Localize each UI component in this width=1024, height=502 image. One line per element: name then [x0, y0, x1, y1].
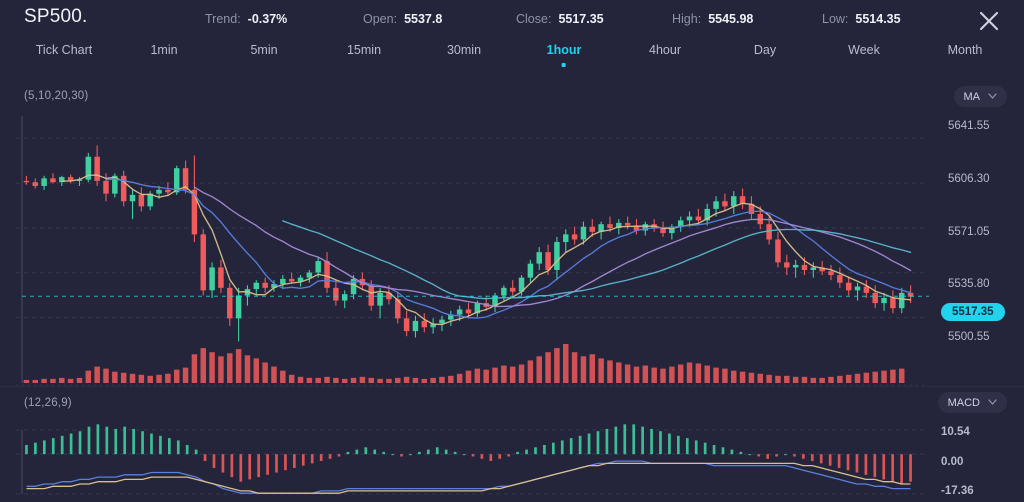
price-chart-pane[interactable] — [0, 108, 930, 390]
timeframe-tab-bar: Tick Chart 1min 5min 15min 30min 1hour 4hour Da… — [0, 43, 1024, 77]
macd-axis-label: 0.00 — [941, 456, 964, 468]
macd-axis-label: -17.36 — [941, 485, 974, 497]
timeframe-tab-label: 4hour — [649, 43, 681, 57]
stat-close-value: 5517.35 — [558, 12, 604, 26]
timeframe-tab-30min[interactable]: 30min — [447, 43, 481, 57]
ma-selector-label: MA — [963, 90, 981, 103]
stat-low: Low: 5514.35 — [822, 12, 901, 26]
stat-open-value: 5537.8 — [404, 12, 443, 26]
symbol-title: SP500. — [24, 6, 88, 27]
stat-trend: Trend: -0.37% — [205, 12, 287, 26]
macd-params-caption: (12,26,9) — [24, 397, 72, 409]
active-tab-indicator-dot — [561, 63, 566, 67]
stat-trend-value: -0.37% — [247, 12, 288, 26]
macd-axis-label: 10.54 — [941, 426, 970, 438]
stat-trend-label: Trend: — [205, 12, 241, 26]
timeframe-tab-4hour[interactable]: 4hour — [649, 43, 681, 57]
macd-chart-svg — [16, 424, 927, 495]
stat-close: Close: 5517.35 — [516, 12, 604, 26]
timeframe-tab-week[interactable]: Week — [848, 43, 880, 57]
current-price-badge: 5517.35 — [941, 303, 1005, 321]
timeframe-tab-day[interactable]: Day — [754, 43, 776, 57]
macd-selector-label: MACD — [947, 396, 980, 409]
stat-high-label: High: — [672, 12, 702, 26]
timeframe-tab-label: 1hour — [546, 43, 582, 57]
timeframe-tab-label: Tick Chart — [35, 43, 93, 57]
timeframe-tab-label: 30min — [446, 43, 482, 57]
chevron-down-icon — [988, 398, 997, 407]
close-icon[interactable] — [974, 6, 1004, 36]
price-axis-label: 5641.55 — [948, 120, 990, 132]
macd-indicator-selector[interactable]: MACD — [937, 392, 1007, 413]
timeframe-tab-15min[interactable]: 15min — [347, 43, 381, 57]
timeframe-tab-1hour[interactable]: 1hour — [546, 43, 582, 67]
timeframe-tab-label: Month — [947, 43, 983, 57]
timeframe-tab-5min[interactable]: 5min — [250, 43, 277, 57]
macd-chart-pane[interactable] — [0, 420, 930, 502]
price-axis-label: 5571.05 — [948, 226, 990, 238]
stat-high: High: 5545.98 — [672, 12, 753, 26]
stat-high-value: 5545.98 — [708, 12, 754, 26]
stat-low-label: Low: — [822, 12, 849, 26]
stat-close-label: Close: — [516, 12, 552, 26]
ma-params-caption: (5,10,20,30) — [24, 90, 89, 102]
chevron-down-icon — [988, 92, 997, 101]
pane-divider — [0, 386, 1024, 387]
stat-low-value: 5514.35 — [855, 12, 901, 26]
price-axis-label: 5606.30 — [948, 173, 990, 185]
timeframe-tab-1min[interactable]: 1min — [150, 43, 177, 57]
timeframe-tab-label: 5min — [250, 43, 278, 57]
price-axis-label: 5535.80 — [948, 278, 990, 290]
timeframe-tab-month[interactable]: Month — [948, 43, 983, 57]
stat-open-label: Open: — [363, 12, 398, 26]
price-axis-label: 5500.55 — [948, 331, 990, 343]
timeframe-tab-label: 1min — [150, 43, 178, 57]
timeframe-tab-tick-chart[interactable]: Tick Chart — [36, 43, 93, 57]
price-chart-svg — [16, 116, 929, 386]
timeframe-tab-label: 15min — [346, 43, 382, 57]
chart-app: SP500. Trend: -0.37% Open: 5537.8 Close: 55… — [0, 0, 1024, 502]
header-bar: SP500. Trend: -0.37% Open: 5537.8 Close: 55… — [0, 0, 1024, 40]
timeframe-tab-label: Week — [848, 43, 880, 57]
timeframe-tab-label: Day — [753, 43, 777, 57]
stat-open: Open: 5537.8 — [363, 12, 442, 26]
ma-indicator-selector[interactable]: MA — [953, 86, 1007, 107]
